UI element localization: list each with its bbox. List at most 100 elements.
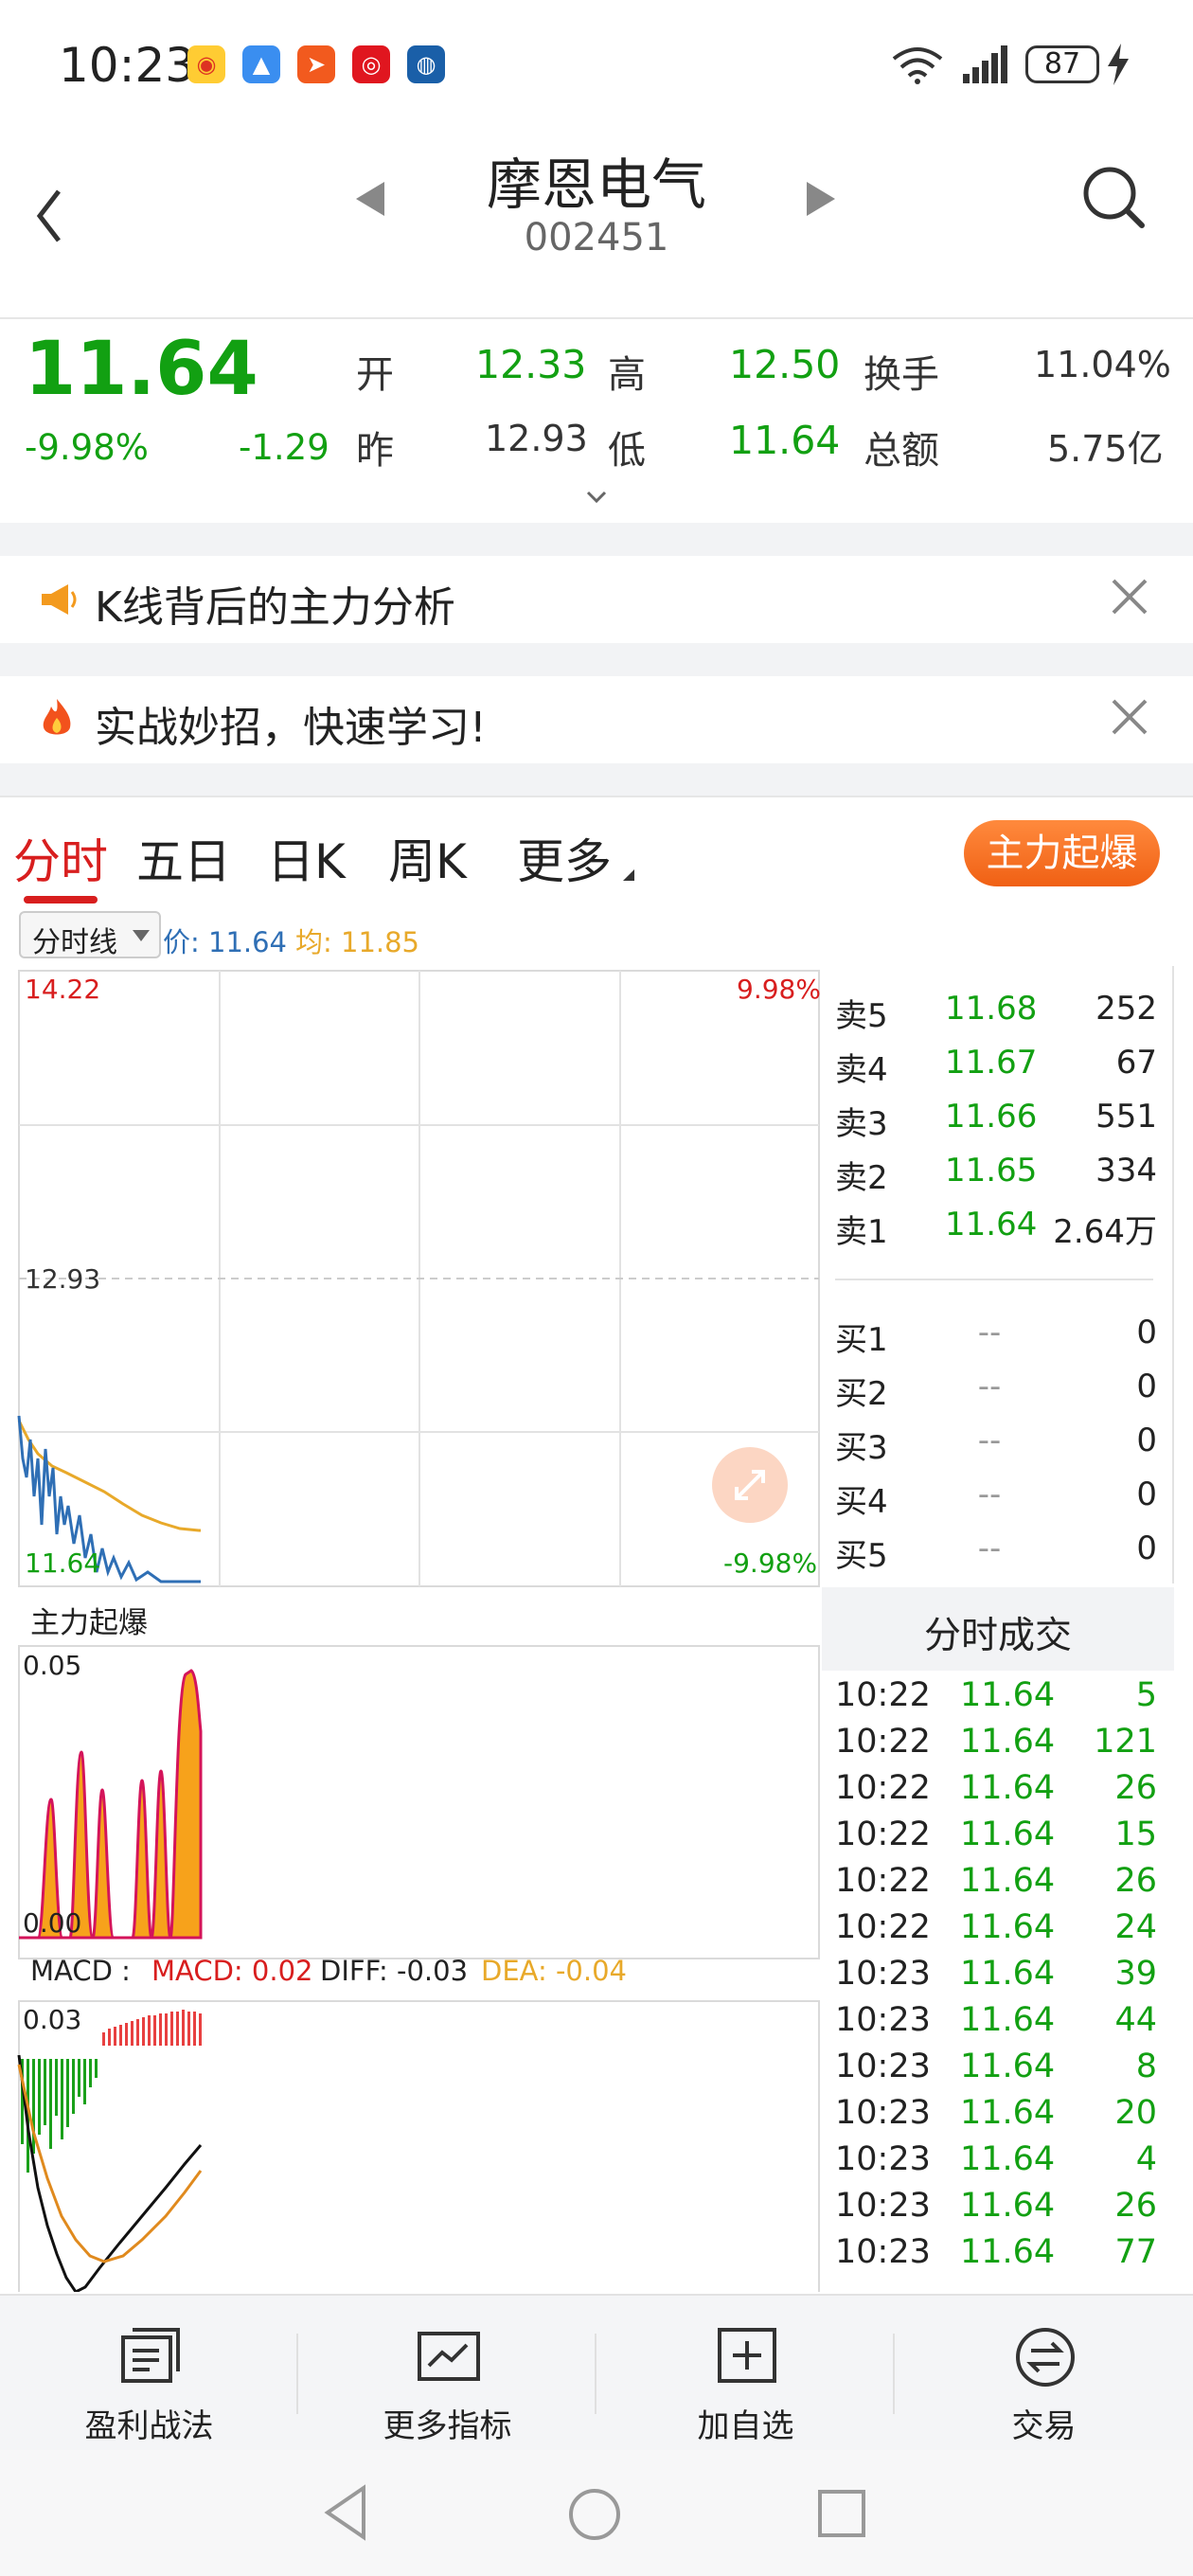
order-level-label: 卖3	[835, 1105, 888, 1143]
nav-trade[interactable]: 交易	[895, 2296, 1193, 2452]
tab-more[interactable]: 更多	[517, 824, 612, 892]
trade-volume: 5	[1135, 1676, 1157, 1714]
nav-label: 更多指标	[383, 2407, 512, 2445]
trade-price: 11.64	[960, 1955, 1056, 1993]
trade-price: 11.64	[960, 2094, 1056, 2132]
avg-legend: 均: 11.85	[295, 926, 420, 958]
trade-price: 11.64	[960, 1908, 1056, 1946]
order-price: --	[977, 1530, 1002, 1567]
close-icon[interactable]	[1106, 573, 1153, 620]
chevron-down-icon	[133, 930, 150, 941]
trade-price: 11.64	[960, 2233, 1056, 2271]
trade-row: 10:23 11.64 4	[835, 2140, 1157, 2187]
tab-weekly-k[interactable]: 周K	[388, 824, 467, 892]
banner-main-force[interactable]: K线背后的主力分析	[0, 556, 1193, 643]
nav-divider	[893, 2334, 895, 2414]
trade-price: 11.64	[960, 2048, 1056, 2085]
high-value: 12.50	[729, 342, 841, 387]
top-pct-label: 9.98%	[737, 974, 821, 1005]
price-legend: 价: 11.64	[163, 926, 288, 958]
trade-time: 10:22	[835, 1908, 931, 1946]
order-level-label: 买1	[835, 1321, 888, 1359]
order-volume: 2.64万	[1053, 1213, 1157, 1251]
selector-label: 分时线	[32, 926, 117, 959]
turnover-value: 11.04%	[1034, 344, 1171, 385]
trade-row: 10:23 11.64 8	[835, 2048, 1157, 2094]
sell-order-row: 卖5 11.68 252	[835, 990, 1157, 1043]
open-label: 开	[356, 353, 394, 397]
trade-time: 10:23	[835, 2048, 931, 2085]
trade-time: 10:23	[835, 2001, 931, 2039]
nav-more-indicators[interactable]: 更多指标	[298, 2296, 596, 2452]
burst-bottom-label: 0.00	[23, 1907, 82, 1939]
trade-price: 11.64	[960, 1769, 1056, 1807]
trade-volume: 26	[1114, 1769, 1157, 1807]
trade-time: 10:23	[835, 2140, 931, 2178]
search-icon[interactable]	[1079, 163, 1148, 231]
nav-label: 加自选	[697, 2407, 794, 2445]
line-type-selector[interactable]: 分时线	[19, 911, 161, 959]
order-level-label: 买4	[835, 1483, 888, 1521]
close-icon[interactable]	[1106, 693, 1153, 741]
nav-label: 盈利战法	[84, 2407, 214, 2445]
order-price: --	[977, 1422, 1002, 1459]
map-app-icon: ▲	[242, 45, 280, 83]
trade-volume: 8	[1135, 2048, 1157, 2085]
trade-time: 10:23	[835, 2094, 931, 2132]
send-app-icon: ➤	[297, 45, 335, 83]
nav-profit-strategy[interactable]: 盈利战法	[0, 2296, 298, 2452]
status-time: 10:23	[59, 38, 196, 93]
high-label: 高	[608, 353, 646, 397]
system-home-icon[interactable]	[566, 2486, 623, 2543]
bottom-pct-label: -9.98%	[723, 1547, 818, 1579]
trade-volume: 24	[1114, 1908, 1157, 1946]
trade-volume: 20	[1114, 2094, 1157, 2132]
system-recents-icon[interactable]	[816, 2488, 867, 2539]
add-box-icon	[718, 2328, 776, 2383]
mid-price-label: 12.93	[25, 1263, 101, 1295]
trade-volume: 121	[1094, 1723, 1157, 1761]
trade-time: 10:22	[835, 1816, 931, 1853]
stock-app-icon: ◎	[352, 45, 390, 83]
burst-panel-title: 主力起爆	[30, 1606, 148, 1640]
status-bar: 10:23 ◉ ▲ ➤ ◎ ◍ 87	[0, 0, 1193, 133]
order-level-label: 买2	[835, 1375, 888, 1413]
tab-five-day[interactable]: 五日	[136, 824, 231, 892]
next-stock-icon[interactable]	[805, 180, 839, 218]
document-stack-icon	[121, 2328, 180, 2383]
exchange-icon	[1016, 2328, 1075, 2387]
low-value: 11.64	[729, 418, 841, 463]
amount-value: 5.75亿	[1047, 428, 1164, 470]
trade-time: 10:23	[835, 2233, 931, 2271]
trade-time: 10:22	[835, 1862, 931, 1900]
buy-order-row: 买3 -- 0	[835, 1422, 1157, 1475]
order-volume: 334	[1095, 1152, 1157, 1190]
nav-label: 交易	[1011, 2407, 1077, 2445]
trade-price: 11.64	[960, 2140, 1056, 2178]
trade-volume: 26	[1114, 2187, 1157, 2225]
expand-chevron-icon[interactable]	[585, 490, 608, 505]
banner-tips[interactable]: 实战妙招，快速学习!	[0, 676, 1193, 763]
order-level-label: 买3	[835, 1429, 888, 1467]
nav-divider	[296, 2334, 298, 2414]
stock-name: 摩恩电气	[486, 152, 706, 217]
megaphone-icon	[42, 584, 77, 615]
order-volume: 67	[1115, 1044, 1157, 1082]
prev-close-label: 昨	[356, 429, 394, 473]
bottom-toolbar: 盈利战法 更多指标 加自选 交易	[0, 2294, 1193, 2452]
order-volume: 0	[1136, 1314, 1157, 1351]
trade-row: 10:22 11.64 24	[835, 1908, 1157, 1955]
order-book-divider	[835, 1279, 1153, 1280]
nav-add-watchlist[interactable]: 加自选	[596, 2296, 895, 2452]
tab-daily-k[interactable]: 日K	[267, 824, 346, 892]
order-volume: 0	[1136, 1368, 1157, 1405]
order-volume: 551	[1095, 1098, 1157, 1136]
trade-volume: 39	[1114, 1955, 1157, 1993]
system-back-icon[interactable]	[322, 2484, 369, 2541]
tab-intraday[interactable]: 分时	[13, 824, 108, 892]
trade-volume: 4	[1135, 2140, 1157, 2178]
order-price: 11.64	[945, 1206, 1038, 1243]
trade-time: 10:22	[835, 1723, 931, 1761]
main-force-burst-button[interactable]: 主力起爆	[964, 820, 1160, 886]
charging-icon	[1108, 44, 1129, 85]
